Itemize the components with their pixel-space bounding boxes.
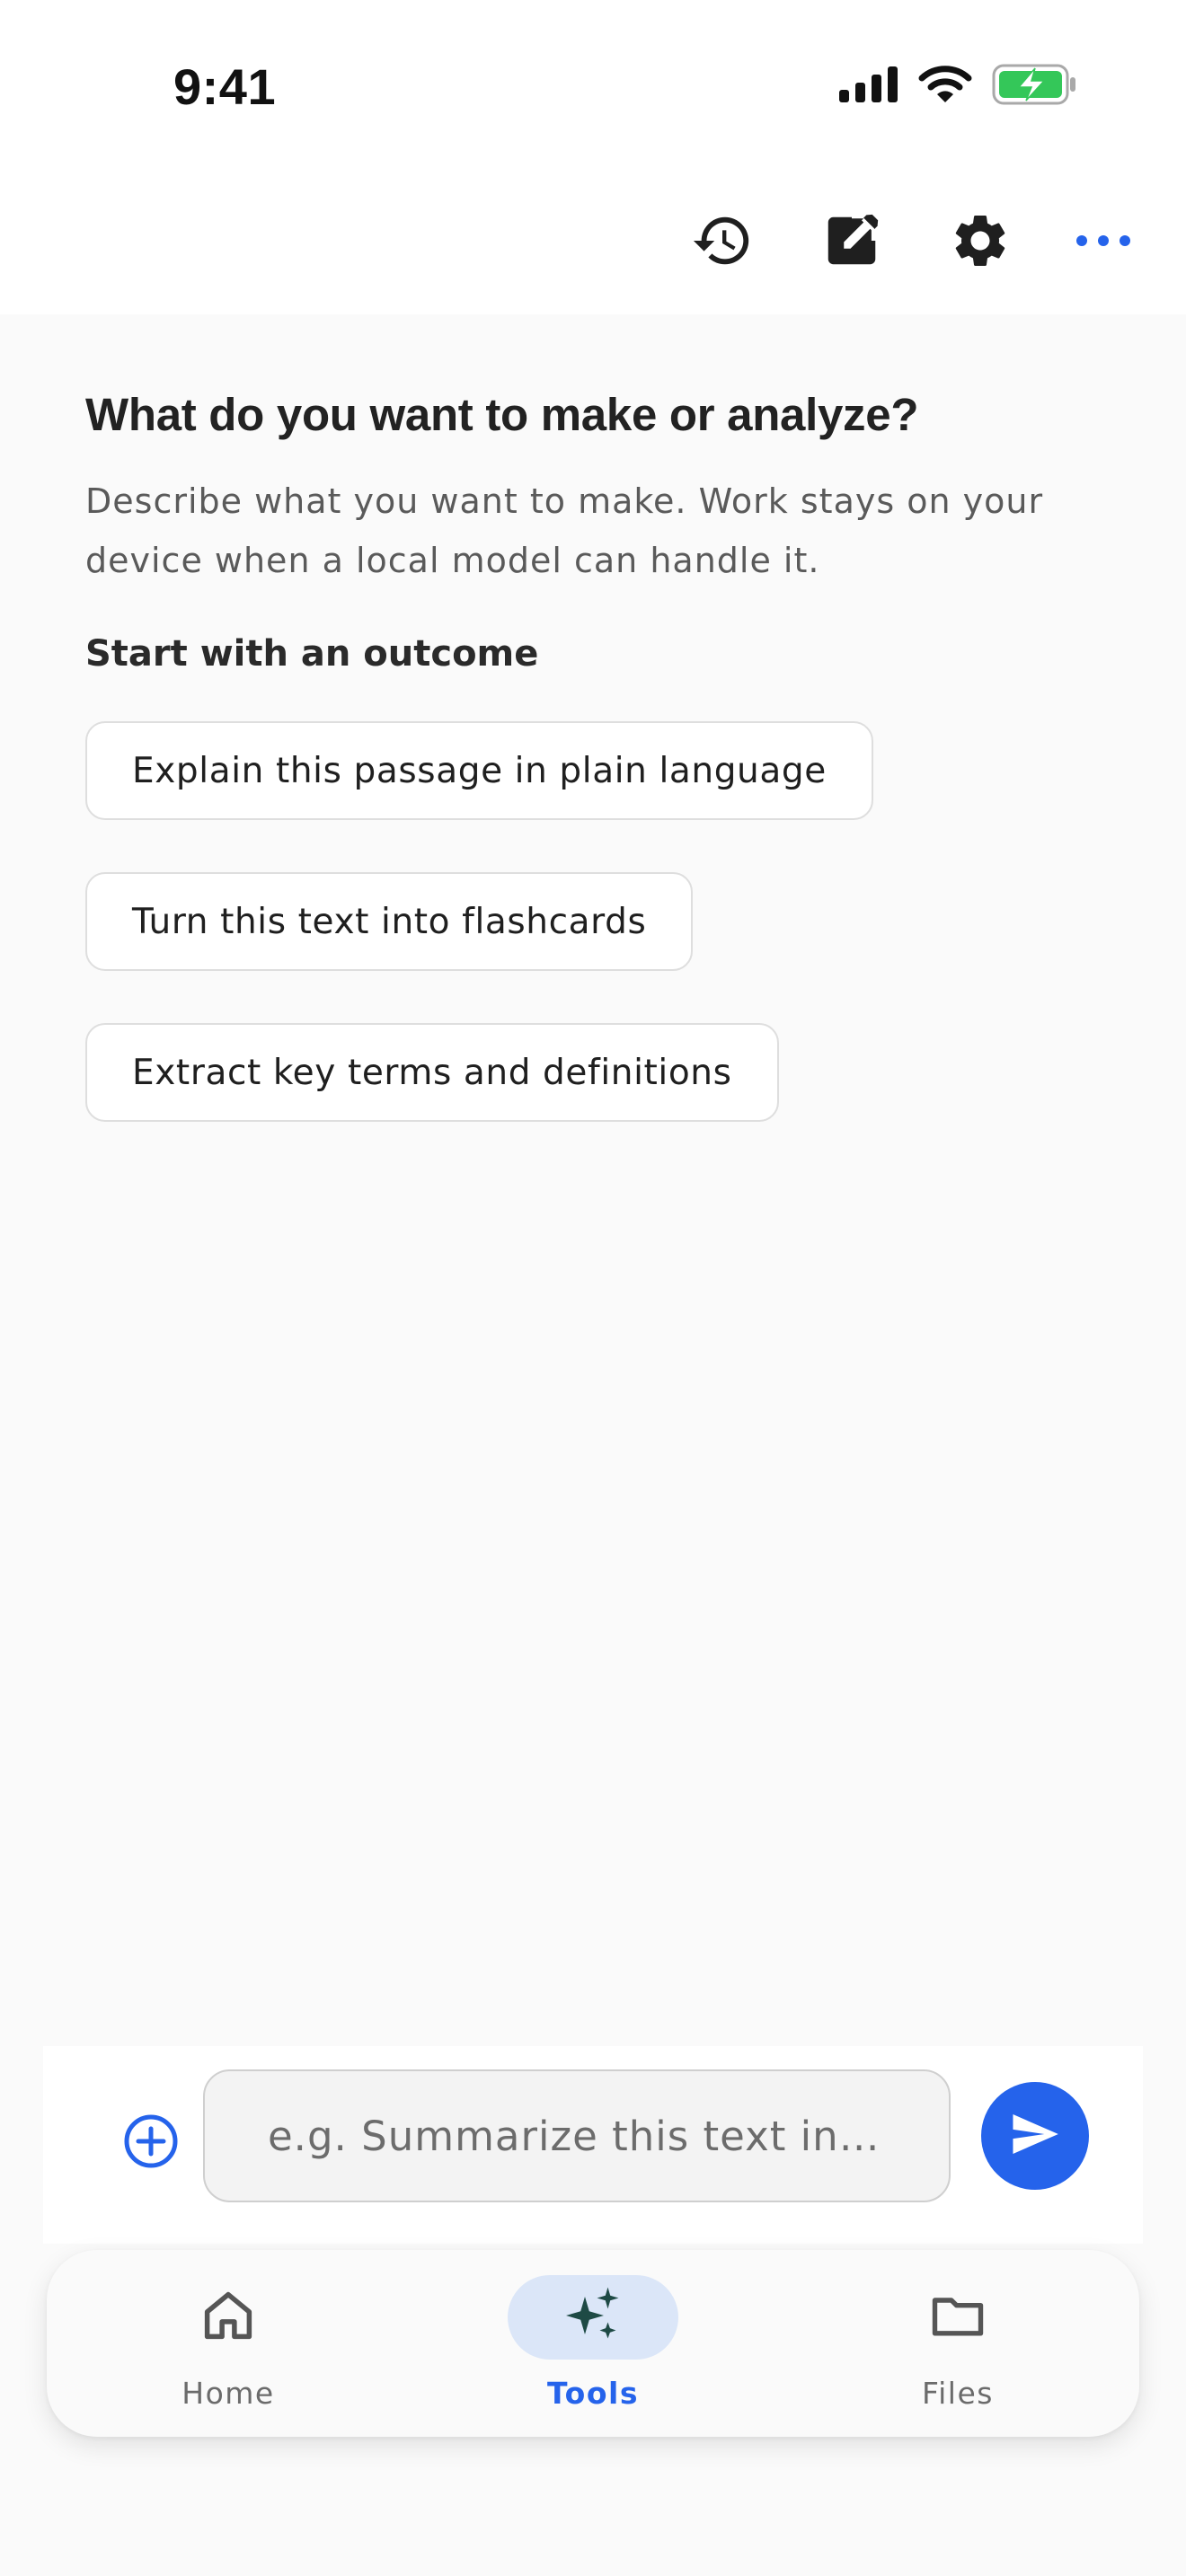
bottom-navigation: Home Tools Files <box>47 2250 1139 2437</box>
add-attachment-button[interactable] <box>115 2107 187 2179</box>
home-icon <box>199 2286 258 2349</box>
status-icons <box>839 63 1078 110</box>
top-toolbar <box>0 171 1186 314</box>
settings-button[interactable] <box>943 205 1018 280</box>
nav-label-tools: Tools <box>547 2376 639 2411</box>
sparkles-icon <box>561 2283 625 2351</box>
nav-icon-container-active <box>508 2275 678 2360</box>
suggestion-chip[interactable]: Explain this passage in plain language <box>85 721 873 820</box>
folder-icon <box>927 2285 988 2350</box>
nav-icon-container <box>872 2275 1043 2360</box>
prompt-input[interactable] <box>203 2069 951 2202</box>
settings-icon <box>949 209 1012 276</box>
page-description: Describe what you want to make. Work sta… <box>85 481 1044 580</box>
nav-item-tools[interactable]: Tools <box>485 2275 701 2419</box>
nav-icon-container <box>143 2275 314 2360</box>
history-icon <box>691 209 754 276</box>
history-button[interactable] <box>685 205 760 280</box>
more-options-button[interactable] <box>1066 205 1141 280</box>
page-title: What do you want to make or analyze? <box>85 389 919 440</box>
suggestion-chip[interactable]: Extract key terms and definitions <box>85 1023 779 1122</box>
send-icon <box>1007 2106 1063 2166</box>
cellular-signal-icon <box>839 65 898 108</box>
new-chat-button[interactable] <box>814 205 890 280</box>
suggestion-chip[interactable]: Turn this text into flashcards <box>85 872 694 971</box>
plus-circle-icon <box>122 2113 180 2174</box>
edit-icon <box>820 209 883 276</box>
status-bar: 9:41 <box>0 0 1186 171</box>
more-icon <box>1075 232 1132 253</box>
nav-label-files: Files <box>922 2376 994 2411</box>
nav-item-home[interactable]: Home <box>120 2275 336 2419</box>
battery-charging-icon <box>992 63 1078 110</box>
send-button[interactable] <box>981 2082 1089 2190</box>
section-label: Start with an outcome <box>85 633 539 675</box>
composer <box>43 2046 1143 2244</box>
wifi-icon <box>918 65 972 108</box>
status-time: 9:41 <box>173 58 277 115</box>
nav-item-files[interactable]: Files <box>850 2275 1066 2419</box>
nav-label-home: Home <box>181 2376 275 2411</box>
